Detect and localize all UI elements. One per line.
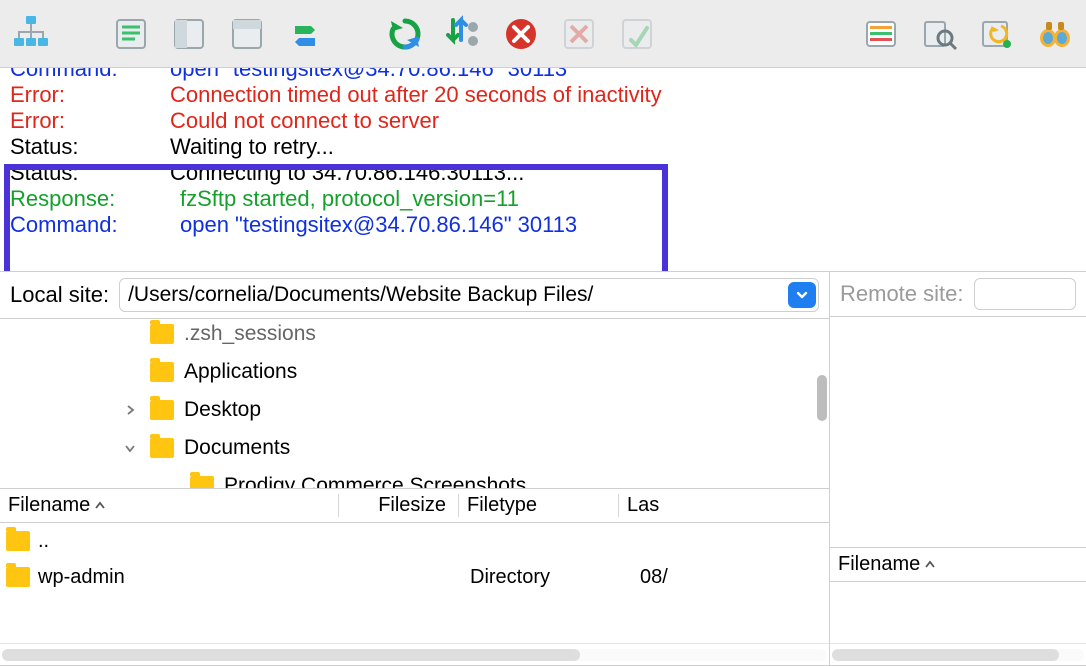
file-type: Directory: [470, 566, 630, 589]
col-filename-remote[interactable]: Filename: [838, 553, 1086, 576]
folder-icon: [6, 567, 30, 587]
scrollbar-thumb[interactable]: [2, 649, 580, 661]
log-label: Command:: [10, 68, 170, 82]
app-window: Command:open "testingsitex@34.70.86.146"…: [0, 0, 1086, 666]
tree-scrollbar-thumb[interactable]: [817, 375, 827, 421]
remote-list-header: Filename: [830, 548, 1086, 582]
file-name: wp-admin: [38, 566, 125, 589]
sync-settings-icon[interactable]: [440, 11, 486, 57]
folder-icon: [150, 400, 174, 420]
remote-directory-tree[interactable]: [830, 317, 1086, 548]
log-label: Response:: [10, 186, 180, 212]
local-directory-tree[interactable]: .zsh_sessions Applications Desktop Document…: [0, 319, 829, 489]
log-label: Command:: [10, 212, 180, 238]
file-name: ..: [38, 530, 49, 553]
binoculars-icon[interactable]: [1032, 11, 1078, 57]
log-row: Command:open "testingsitex@34.70.86.146"…: [10, 68, 1076, 82]
local-hscroll[interactable]: [0, 643, 829, 665]
sitemanager-icon[interactable]: [8, 11, 54, 57]
log-text: Waiting to retry...: [170, 134, 334, 160]
log-row: Status:Connecting to 34.70.86.146:30113.…: [10, 160, 1076, 186]
log-label: Error:: [10, 108, 170, 134]
col-filename[interactable]: Filename: [8, 494, 338, 517]
local-list-header: Filename Filesize Filetype Las: [0, 489, 829, 523]
scrollbar-thumb[interactable]: [832, 649, 1059, 661]
refresh-icon[interactable]: [382, 11, 428, 57]
local-pane: Local site: .zsh_sessions Applications Des…: [0, 272, 830, 665]
folder-icon: [190, 476, 214, 489]
file-row[interactable]: wp-admin Directory 08/: [0, 559, 829, 595]
remote-pane: Remote site: Filename: [830, 272, 1086, 665]
log-text: open "testingsitex@34.70.86.146" 30113: [180, 212, 577, 238]
toggle-log-icon[interactable]: [108, 11, 154, 57]
folder-icon: [150, 324, 174, 344]
tree-item-label: .zsh_sessions: [184, 322, 316, 346]
sort-asc-icon: [94, 500, 106, 512]
toggle-local-tree-icon[interactable]: [166, 11, 212, 57]
folder-icon: [6, 531, 30, 551]
search-magnifier-icon[interactable]: [916, 11, 962, 57]
folder-icon: [150, 438, 174, 458]
file-last: 08/: [640, 566, 720, 589]
log-row: Error:Could not connect to server: [10, 108, 1076, 134]
local-file-list: Filename Filesize Filetype Las .. wp-admi…: [0, 489, 829, 665]
file-row[interactable]: ..: [0, 523, 829, 559]
local-list-body[interactable]: .. wp-admin Directory 08/: [0, 523, 829, 643]
tree-item[interactable]: Applications: [0, 353, 829, 391]
tree-item[interactable]: Documents: [0, 429, 829, 467]
cancel-icon[interactable]: [498, 11, 544, 57]
remote-hscroll[interactable]: [830, 643, 1086, 665]
local-site-label: Local site:: [10, 282, 109, 308]
tree-item[interactable]: .zsh_sessions: [0, 319, 829, 353]
reconnect-icon[interactable]: [614, 11, 660, 57]
message-log: Command:open "testingsitex@34.70.86.146"…: [0, 68, 1086, 272]
log-label: Error:: [10, 82, 170, 108]
sync-browse-icon[interactable]: [974, 11, 1020, 57]
toggle-remote-tree-icon[interactable]: [224, 11, 270, 57]
log-label: Status:: [10, 134, 170, 160]
tree-item[interactable]: Desktop: [0, 391, 829, 429]
chevron-right-icon[interactable]: [120, 404, 140, 416]
tree-item-label: Desktop: [184, 398, 261, 422]
tree-item[interactable]: Prodigy Commerce Screenshots: [0, 467, 829, 489]
log-label: Status:: [10, 160, 170, 186]
log-text: Connecting to 34.70.86.146:30113...: [170, 160, 524, 186]
disconnect-icon[interactable]: [556, 11, 602, 57]
local-path-dropdown[interactable]: [788, 282, 816, 308]
remote-path-field[interactable]: [974, 278, 1077, 310]
log-text: open "testingsitex@34.70.86.146" 30113: [170, 68, 567, 82]
log-text: fzSftp started, protocol_version=11: [180, 186, 519, 212]
chevron-down-icon[interactable]: [120, 442, 140, 454]
sort-asc-icon: [924, 559, 936, 571]
log-text: Connection timed out after 20 seconds of…: [170, 82, 662, 108]
log-row: Status:Waiting to retry...: [10, 134, 1076, 160]
remote-site-label: Remote site:: [840, 281, 964, 307]
local-path-input[interactable]: [120, 281, 788, 309]
local-path-field[interactable]: [119, 278, 819, 312]
log-row: Response:fzSftp started, protocol_versio…: [10, 186, 1076, 212]
col-lastmodified[interactable]: Las: [618, 494, 698, 517]
folder-icon: [150, 362, 174, 382]
col-filetype[interactable]: Filetype: [458, 494, 618, 517]
tree-item-label: Prodigy Commerce Screenshots: [224, 474, 526, 489]
remote-site-row: Remote site:: [830, 272, 1086, 317]
toolbar: [0, 0, 1086, 68]
log-row: Error:Connection timed out after 20 seco…: [10, 82, 1076, 108]
local-site-row: Local site:: [0, 272, 829, 319]
remote-file-list: Filename: [830, 548, 1086, 665]
transfer-queue-icon[interactable]: [282, 11, 328, 57]
tree-item-label: Applications: [184, 360, 297, 384]
compare-icon[interactable]: [858, 11, 904, 57]
log-row: Command:open "testingsitex@34.70.86.146"…: [10, 212, 1076, 238]
remote-list-body[interactable]: [830, 582, 1086, 643]
col-filesize[interactable]: Filesize: [338, 494, 458, 517]
panes: Local site: .zsh_sessions Applications Des…: [0, 272, 1086, 666]
tree-item-label: Documents: [184, 436, 290, 460]
log-text: Could not connect to server: [170, 108, 439, 134]
